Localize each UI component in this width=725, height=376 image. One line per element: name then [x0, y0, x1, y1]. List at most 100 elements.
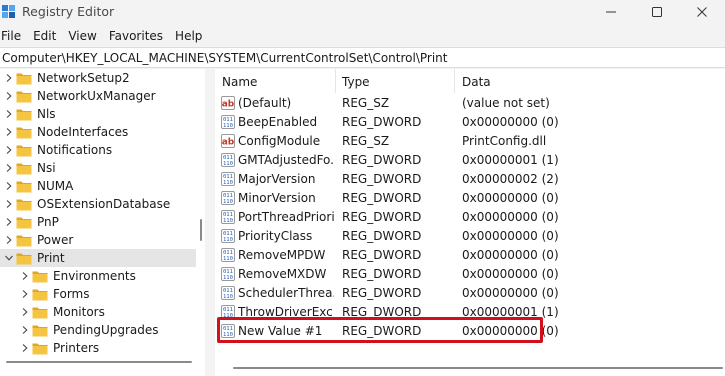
tree-item[interactable]: Power — [0, 231, 196, 249]
chevron-right-icon[interactable] — [20, 343, 30, 353]
column-header-name[interactable]: Name — [222, 75, 257, 89]
maximize-button[interactable] — [634, 0, 680, 24]
new-value-highlight-box — [217, 317, 543, 343]
menu-view[interactable]: View — [67, 26, 103, 46]
pane-splitter[interactable] — [205, 69, 215, 376]
folder-icon — [16, 127, 32, 139]
value-type: REG_DWORD — [342, 267, 422, 281]
value-type: REG_DWORD — [342, 248, 422, 262]
chevron-right-icon[interactable] — [4, 217, 14, 227]
chevron-right-icon[interactable] — [4, 127, 14, 137]
tree-item[interactable]: Printers — [0, 339, 196, 357]
value-row[interactable]: 011 110 SchedulerThrea... REG_DWORD 0x000000… — [215, 284, 725, 303]
value-type: REG_DWORD — [342, 191, 422, 205]
value-type: REG_DWORD — [342, 286, 422, 300]
tree-item[interactable]: OSExtensionDatabase — [0, 195, 196, 213]
tree-item[interactable]: Monitors — [0, 303, 196, 321]
value-data: 0x00000000 (0) — [462, 115, 559, 129]
chevron-right-icon[interactable] — [20, 271, 30, 281]
chevron-right-icon[interactable] — [4, 73, 14, 83]
value-row[interactable]: 011 110 PriorityClass REG_DWORD 0x00000000 (… — [215, 227, 725, 246]
tree-item[interactable]: Notifications — [0, 141, 196, 159]
value-data: 0x00000000 (0) — [462, 248, 559, 262]
value-row[interactable]: 011 110 RemoveMPDW REG_DWORD 0x00000000 (0) — [215, 246, 725, 265]
value-row[interactable]: 011 110 BeepEnabled REG_DWORD 0x00000000 (0) — [215, 113, 725, 132]
value-row[interactable]: 011 110 RemoveMXDW REG_DWORD 0x00000000 (0) — [215, 265, 725, 284]
chevron-right-icon[interactable] — [4, 109, 14, 119]
tree-item-label: NetworkUxManager — [37, 89, 156, 103]
value-name: MinorVersion — [238, 191, 316, 205]
minimize-icon — [606, 11, 616, 13]
minimize-button[interactable] — [588, 0, 634, 24]
tree-item-label: NetworkSetup2 — [37, 71, 130, 85]
list-horizontal-scrollbar[interactable] — [233, 367, 723, 369]
chevron-right-icon[interactable] — [4, 181, 14, 191]
value-type: REG_DWORD — [342, 172, 422, 186]
folder-icon — [16, 163, 32, 175]
chevron-right-icon[interactable] — [20, 289, 30, 299]
address-path[interactable]: Computer\HKEY_LOCAL_MACHINE\SYSTEM\Curre… — [2, 51, 447, 65]
tree-vertical-scrollbar[interactable] — [197, 69, 205, 376]
value-name: PortThreadPriority — [238, 210, 334, 224]
binary-value-icon: 011110 — [221, 191, 235, 205]
value-data: 0x00000002 (2) — [462, 172, 559, 186]
title-bar: Registry Editor — [0, 0, 725, 24]
chevron-right-icon[interactable] — [20, 307, 30, 317]
chevron-right-icon[interactable] — [4, 235, 14, 245]
value-row[interactable]: 011 110 MinorVersion REG_DWORD 0x00000000 (0… — [215, 189, 725, 208]
chevron-right-icon[interactable] — [4, 199, 14, 209]
svg-text:110: 110 — [223, 161, 233, 167]
chevron-right-icon[interactable] — [4, 91, 14, 101]
tree-item[interactable]: PendingUpgrades — [0, 321, 196, 339]
value-data: 0x00000000 (0) — [462, 286, 559, 300]
tree-horizontal-scrollbar[interactable] — [6, 361, 192, 363]
folder-icon — [16, 253, 32, 265]
folder-icon — [16, 73, 32, 85]
tree-item[interactable]: NetworkSetup2 — [0, 69, 196, 87]
tree-item[interactable]: Nls — [0, 105, 196, 123]
value-name: RemoveMXDW — [238, 267, 327, 281]
value-name: SchedulerThrea... — [238, 286, 334, 300]
chevron-right-icon[interactable] — [4, 163, 14, 173]
value-row[interactable]: 011 110 GMTAdjustedFo... REG_DWORD 0x0000000… — [215, 151, 725, 170]
value-data: 0x00000000 (0) — [462, 267, 559, 281]
column-divider[interactable] — [335, 69, 336, 93]
value-row[interactable]: ab ConfigModule REG_SZ PrintConfig.dll — [215, 132, 725, 151]
column-divider[interactable] — [454, 69, 455, 93]
value-type: REG_DWORD — [342, 210, 422, 224]
menu-help[interactable]: Help — [174, 26, 209, 46]
folder-icon — [32, 271, 48, 283]
tree-item[interactable]: Nsi — [0, 159, 196, 177]
menu-file[interactable]: File — [0, 26, 28, 46]
value-row[interactable]: ab (Default) REG_SZ (value not set) — [215, 94, 725, 113]
menu-favorites[interactable]: Favorites — [108, 26, 170, 46]
chevron-down-icon[interactable] — [4, 253, 14, 263]
value-name: GMTAdjustedFo... — [238, 153, 334, 167]
address-bar[interactable]: Computer\HKEY_LOCAL_MACHINE\SYSTEM\Curre… — [0, 47, 725, 68]
value-name: RemoveMPDW — [238, 248, 326, 262]
string-value-icon: ab — [221, 96, 235, 110]
binary-value-icon: 011110 — [221, 267, 235, 281]
tree-item[interactable]: Environments — [0, 267, 196, 285]
tree-item[interactable]: Print — [0, 249, 196, 267]
tree-item-label: OSExtensionDatabase — [37, 197, 171, 211]
value-type: REG_DWORD — [342, 115, 422, 129]
tree-item[interactable]: PnP — [0, 213, 196, 231]
tree-item[interactable]: Forms — [0, 285, 196, 303]
column-header-type[interactable]: Type — [342, 75, 370, 89]
tree-item[interactable]: NUMA — [0, 177, 196, 195]
tree-item[interactable]: NodeInterfaces — [0, 123, 196, 141]
value-type: REG_SZ — [342, 134, 390, 148]
folder-icon — [16, 199, 32, 211]
tree-scroll-thumb[interactable] — [200, 219, 202, 241]
value-data: PrintConfig.dll — [462, 134, 547, 148]
value-row[interactable]: 011 110 MajorVersion REG_DWORD 0x00000002 (2… — [215, 170, 725, 189]
menu-edit[interactable]: Edit — [32, 26, 63, 46]
close-button[interactable] — [679, 0, 725, 24]
folder-icon — [16, 109, 32, 121]
tree-item[interactable]: NetworkUxManager — [0, 87, 196, 105]
chevron-right-icon[interactable] — [4, 145, 14, 155]
chevron-right-icon[interactable] — [20, 325, 30, 335]
column-header-data[interactable]: Data — [462, 75, 491, 89]
value-row[interactable]: 011110PortThreadPriority REG_DWORD 0x00000… — [215, 208, 725, 227]
